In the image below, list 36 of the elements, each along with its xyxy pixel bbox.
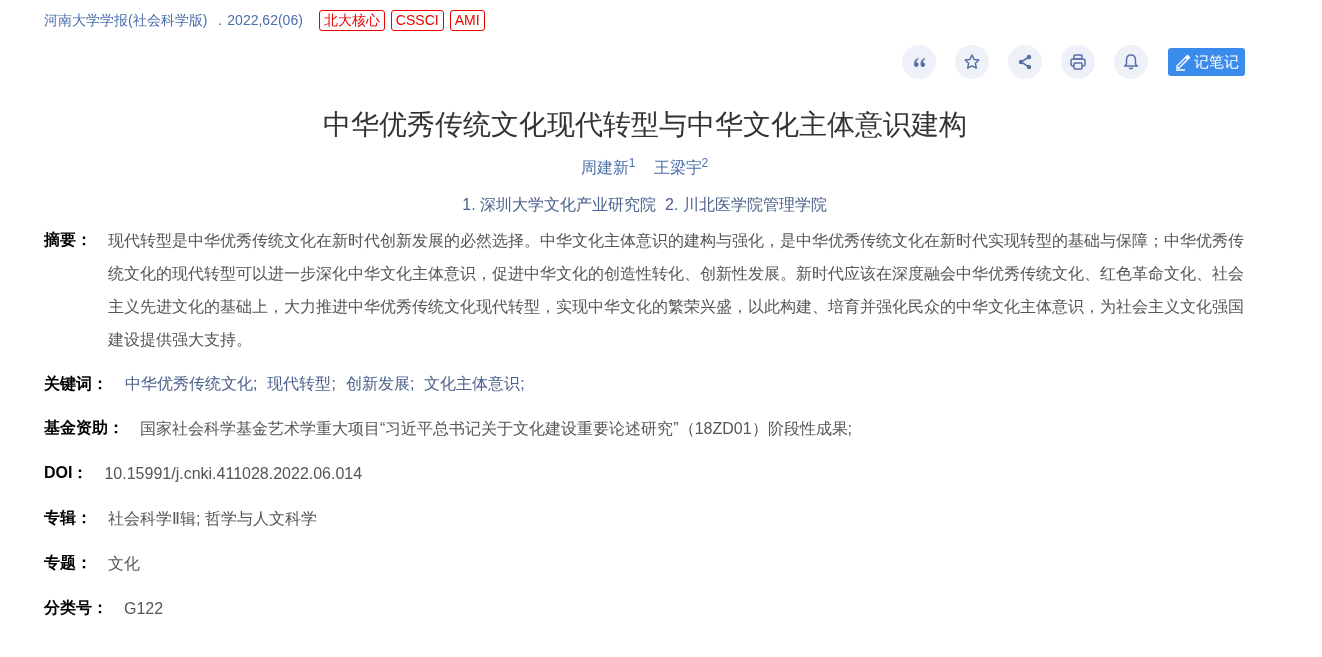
print-icon [1068, 52, 1088, 72]
keyword-link[interactable]: 创新发展; [345, 368, 415, 400]
keyword-link[interactable]: 文化主体意识; [424, 368, 525, 400]
print-button[interactable] [1061, 45, 1095, 79]
author-link[interactable]: 周建新$^{1}$ [580, 157, 636, 179]
field-value: G122 [124, 599, 164, 619]
field-label: 专题： [44, 553, 92, 573]
field-label: 专辑： [44, 508, 92, 528]
issue-info: ．2022,62(06) [213, 10, 303, 30]
note-button[interactable]: 记笔记 [1168, 48, 1245, 76]
article-title: 中华优秀传统文化现代转型与中华文化主体意识建构 [321, 108, 968, 142]
field-value: 文化 [108, 554, 140, 574]
index-tag: CSSCI [390, 9, 444, 31]
quote-button[interactable] [902, 45, 936, 79]
field-value: 10.15991/j.cnki.411028.2022.06.014 [104, 464, 363, 484]
field-label: DOI： [44, 463, 89, 483]
keyword-link[interactable]: 中华优秀传统文化; [125, 368, 258, 400]
star-button[interactable] [955, 45, 989, 79]
field-label: 摘要： [44, 230, 92, 250]
field-value: 现代转型是中华优秀传统文化在新时代创新发展的必然选择。中华文化主体意识的建构与强化，是中华优秀传统文化在新时代实现转型的基础与保障；中华优秀传统文化的现代转型可以进一步深化中华文化主体意识，促进中华文化的创造性转化、创新性发展。新时代应该在深度融会中华优秀传统文化、红色革命文化、社会主义先进文化的基础上，大力推进中华优秀传统文化现代转型，实现中华文化的繁荣兴盛，以此构建、培育并强化民众的中华文化主体意识，为社会主义文化强国建设提供强大支持。 [108, 231, 1245, 350]
field-label: 基金资助： [44, 418, 124, 438]
keyword-link[interactable]: 现代转型; [267, 368, 336, 400]
journal-link[interactable]: 河南大学学报(社会科学版) [44, 9, 208, 31]
bell-icon [1121, 52, 1141, 72]
affiliations: 1. 深圳大学文化产业研究院 2. 川北医学院管理学院 [461, 195, 828, 215]
field-label: 分类号： [44, 598, 108, 618]
pencil-icon [1174, 53, 1192, 71]
field-value: 国家社会科学基金艺术学重大项目“习近平总书记关于文化建设重要论述研究”（18ZD01）阶段性成果; [140, 419, 853, 439]
share-button[interactable] [1008, 45, 1042, 79]
field-label: 关键词： [44, 374, 108, 394]
bell-button[interactable] [1114, 45, 1148, 79]
author-link[interactable]: 王梁宇$^{2}$ [653, 157, 709, 179]
index-tag: AMI [449, 9, 485, 31]
field-value: 社会科学Ⅱ辑; 哲学与人文科学 [108, 509, 317, 529]
star-icon [962, 52, 982, 72]
index-tag: 北大核心 [318, 9, 385, 31]
